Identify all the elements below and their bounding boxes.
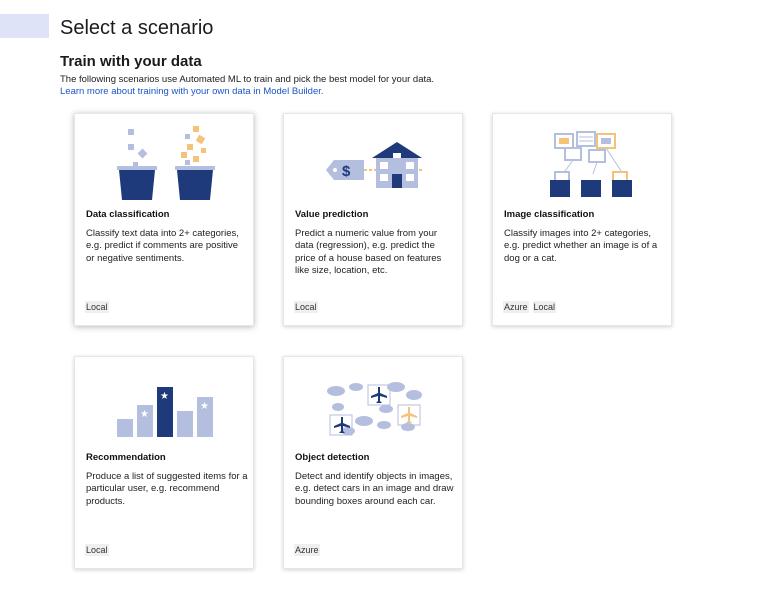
section-title: Train with your data <box>60 53 202 70</box>
buckets-icon <box>75 122 253 206</box>
card-image-classification[interactable]: Image classification Classify images int… <box>492 113 672 326</box>
card-title: Data classification <box>86 209 170 220</box>
card-description: Predict a numeric value from your data (… <box>295 228 442 276</box>
card-tags: Local <box>85 301 109 313</box>
card-title: Recommendation <box>86 452 166 463</box>
card-tags: Azure <box>294 544 320 556</box>
house-price-icon: $ <box>284 122 462 206</box>
card-title: Value prediction <box>295 209 369 220</box>
card-tags: Local <box>294 301 318 313</box>
tag-local: Local <box>85 544 109 556</box>
tag-azure: Azure <box>294 544 320 556</box>
card-title: Image classification <box>504 209 595 220</box>
svg-text:★: ★ <box>200 401 209 412</box>
image-folders-icon <box>493 122 671 206</box>
card-description: Produce a list of suggested items for a … <box>86 471 248 507</box>
tag-local: Local <box>532 301 557 313</box>
card-description: Classify text data into 2+ categories, e… <box>86 228 239 264</box>
card-recommendation[interactable]: ★ ★ ★ Recommendation Produce a list of s… <box>74 356 254 569</box>
learn-more-link[interactable]: Learn more about training with your own … <box>60 86 434 98</box>
card-object-detection[interactable]: Object detection Detect and identify obj… <box>283 356 463 569</box>
card-data-classification[interactable]: Data classification Classify text data i… <box>74 113 254 326</box>
card-tags: Local <box>85 544 109 556</box>
tag-azure: Azure <box>503 301 529 313</box>
card-title: Object detection <box>295 452 370 463</box>
card-value-prediction[interactable]: $ Value prediction Predict a numeric val… <box>283 113 463 326</box>
planes-clouds-icon <box>284 365 462 449</box>
tag-local: Local <box>294 301 318 313</box>
section-description: The following scenarios use Automated ML… <box>60 74 434 98</box>
svg-text:★: ★ <box>160 391 169 402</box>
tag-local: Local <box>85 301 109 313</box>
card-description: Detect and identify objects in images, e… <box>295 471 454 507</box>
svg-text:★: ★ <box>140 409 149 420</box>
card-tags: Azure Local <box>503 301 557 313</box>
side-nav-tab[interactable] <box>0 14 49 38</box>
description-text: The following scenarios use Automated ML… <box>60 74 435 85</box>
svg-text:$: $ <box>342 163 351 180</box>
page-title: Select a scenario <box>60 17 214 39</box>
star-bars-icon: ★ ★ ★ <box>75 365 253 449</box>
card-description: Classify images into 2+ categories, e.g.… <box>504 228 658 264</box>
